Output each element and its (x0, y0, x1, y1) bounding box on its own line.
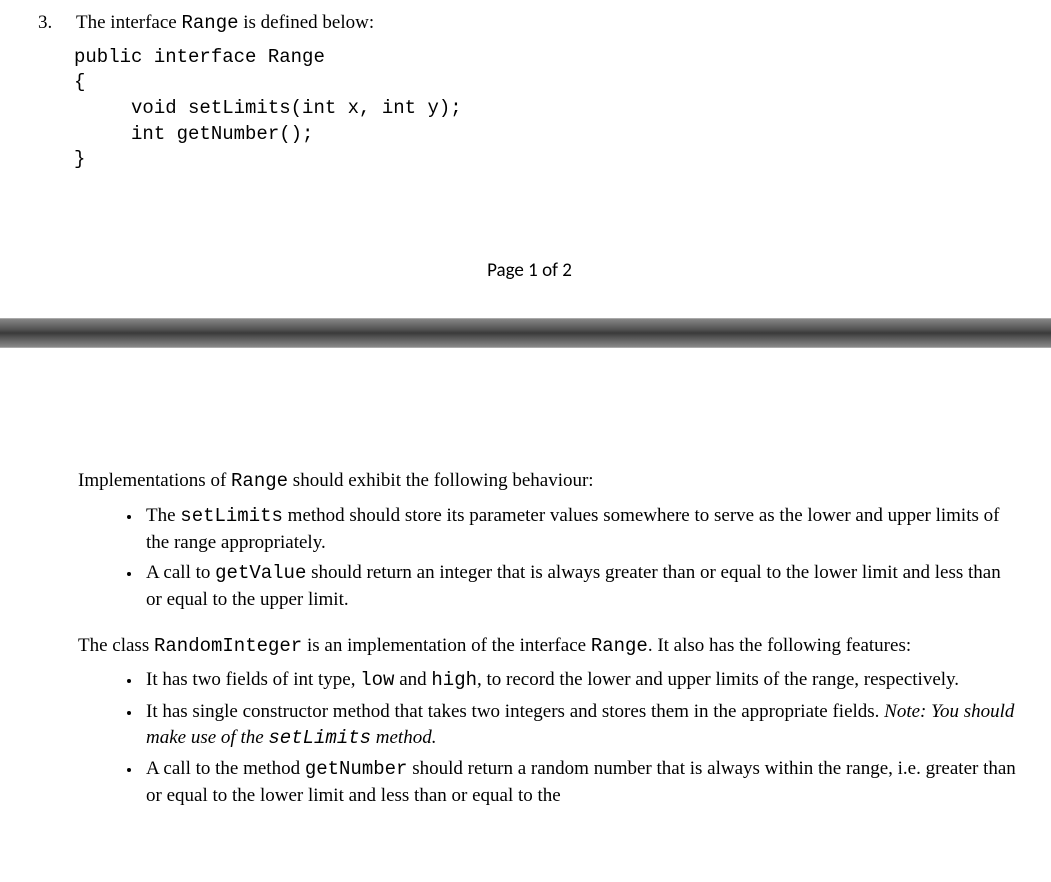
bullet-getnumber: A call to the method getNumber should re… (142, 756, 1021, 808)
bullet-getvalue: A call to getValue should return an inte… (142, 560, 1021, 612)
code-line-1: public interface Range (74, 46, 325, 68)
behaviour-bullets: The setLimits method should store its pa… (78, 503, 1021, 613)
f2-note-code: setLimits (268, 727, 371, 749)
f1-pre: It has two fields of int type, (146, 669, 360, 690)
b1-code: setLimits (180, 505, 283, 527)
b2-code: getValue (215, 562, 306, 584)
features-bullets: It has two fields of int type, low and h… (78, 667, 1021, 808)
bullet-fields: It has two fields of int type, low and h… (142, 667, 1021, 694)
intro-post: is defined below: (239, 12, 375, 33)
page-container: 3. The interface Range is defined below:… (0, 0, 1051, 882)
page-footer: Page 1 of 2 (38, 258, 1021, 284)
class-intro-post: . It also has the following features: (648, 635, 911, 656)
code-line-5: } (74, 148, 85, 170)
implementations-intro: Implementations of Range should exhibit … (78, 468, 1021, 495)
f1-mid: and (394, 669, 431, 690)
class-intro-pre: The class (78, 635, 154, 656)
intro-pre: The interface (76, 12, 181, 33)
code-block: public interface Range { void setLimits(… (74, 45, 1021, 173)
page1-bottom: 3. The interface Range is defined below:… (0, 0, 1051, 283)
class-intro-code2: Range (591, 635, 648, 657)
code-line-4: int getNumber(); (74, 123, 313, 145)
f2-pre: It has single constructor method that ta… (146, 701, 884, 722)
impl-intro-code: Range (231, 470, 288, 492)
b1-pre: The (146, 505, 180, 526)
impl-intro-pre: Implementations of (78, 470, 231, 491)
question-row: 3. The interface Range is defined below: (38, 10, 1021, 37)
question-number: 3. (38, 10, 76, 37)
bullet-constructor: It has single constructor method that ta… (142, 699, 1021, 751)
f3-code: getNumber (305, 758, 408, 780)
intro-code-range: Range (181, 12, 238, 34)
code-line-3: void setLimits(int x, int y); (74, 97, 462, 119)
class-intro-mid: is an implementation of the interface (302, 635, 591, 656)
f2-note-post: method. (371, 727, 436, 748)
b2-pre: A call to (146, 562, 215, 583)
class-intro-code1: RandomInteger (154, 635, 302, 657)
question-intro: The interface Range is defined below: (76, 10, 1021, 37)
bullet-setlimits: The setLimits method should store its pa… (142, 503, 1021, 555)
f3-pre: A call to the method (146, 758, 305, 779)
f1-code-high: high (431, 669, 477, 691)
class-intro: The class RandomInteger is an implementa… (78, 633, 1021, 660)
impl-intro-post: should exhibit the following behaviour: (288, 470, 594, 491)
code-line-2: { (74, 71, 85, 93)
page-separator (0, 318, 1051, 348)
f1-post: , to record the lower and upper limits o… (477, 669, 959, 690)
page2-top: Implementations of Range should exhibit … (0, 348, 1051, 808)
f1-code-low: low (360, 669, 394, 691)
